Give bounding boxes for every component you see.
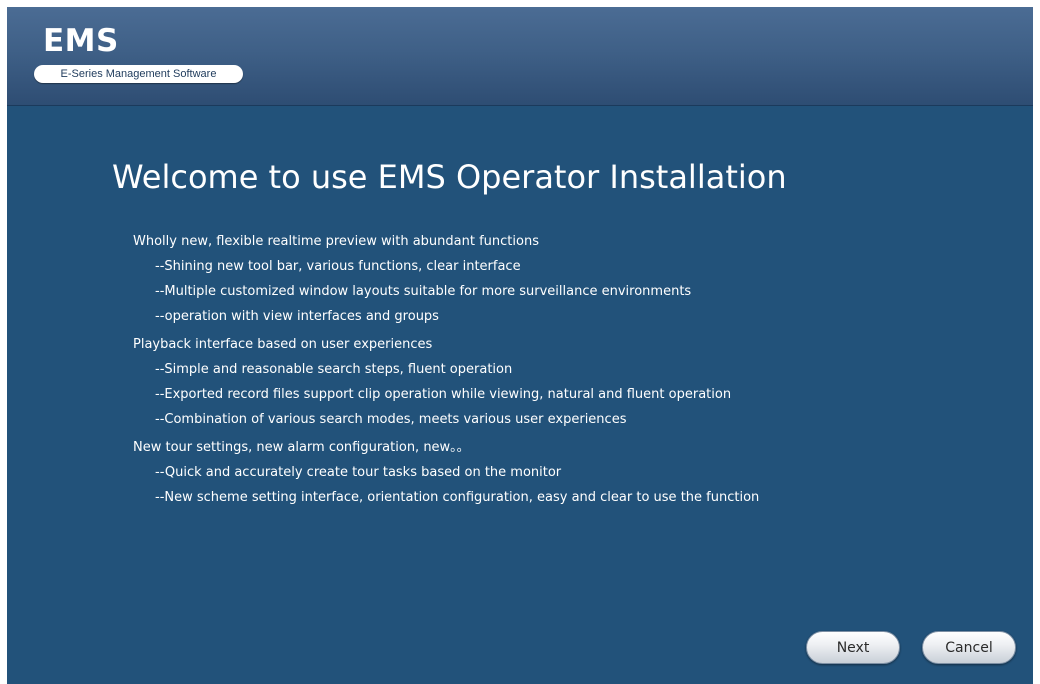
feature-item: --Exported record files support clip ope… [155, 387, 732, 402]
page-title: Welcome to use EMS Operator Installation [112, 158, 787, 196]
feature-item: --Shining new tool bar, various function… [155, 259, 521, 274]
feature-item: --Multiple customized window layouts sui… [155, 284, 692, 299]
next-button[interactable]: Next [806, 631, 900, 664]
header-banner: EMS E-Series Management Software [7, 7, 1033, 106]
feature-group-playback: Playback interface based on user experie… [133, 332, 1013, 432]
feature-item: --New scheme setting interface, orientat… [155, 490, 760, 505]
cancel-button[interactable]: Cancel [922, 631, 1016, 664]
ems-logo: EMS [43, 23, 119, 59]
feature-item: --Simple and reasonable search steps, fl… [155, 362, 513, 377]
feature-heading: Playback interface based on user experie… [133, 337, 433, 352]
feature-list: Wholly new, flexible realtime preview wi… [133, 229, 1013, 513]
feature-heading: Wholly new, flexible realtime preview wi… [133, 234, 539, 249]
logo-subtitle: E-Series Management Software [34, 65, 243, 83]
installer-window: EMS E-Series Management Software Welcome… [7, 7, 1033, 684]
feature-item: --Combination of various search modes, m… [155, 412, 627, 427]
feature-heading: New tour settings, new alarm configurati… [133, 440, 470, 455]
feature-group-preview: Wholly new, flexible realtime preview wi… [133, 229, 1013, 329]
feature-item: --Quick and accurately create tour tasks… [155, 465, 562, 480]
feature-group-tour: New tour settings, new alarm configurati… [133, 435, 1013, 510]
feature-item: --operation with view interfaces and gro… [155, 309, 439, 324]
